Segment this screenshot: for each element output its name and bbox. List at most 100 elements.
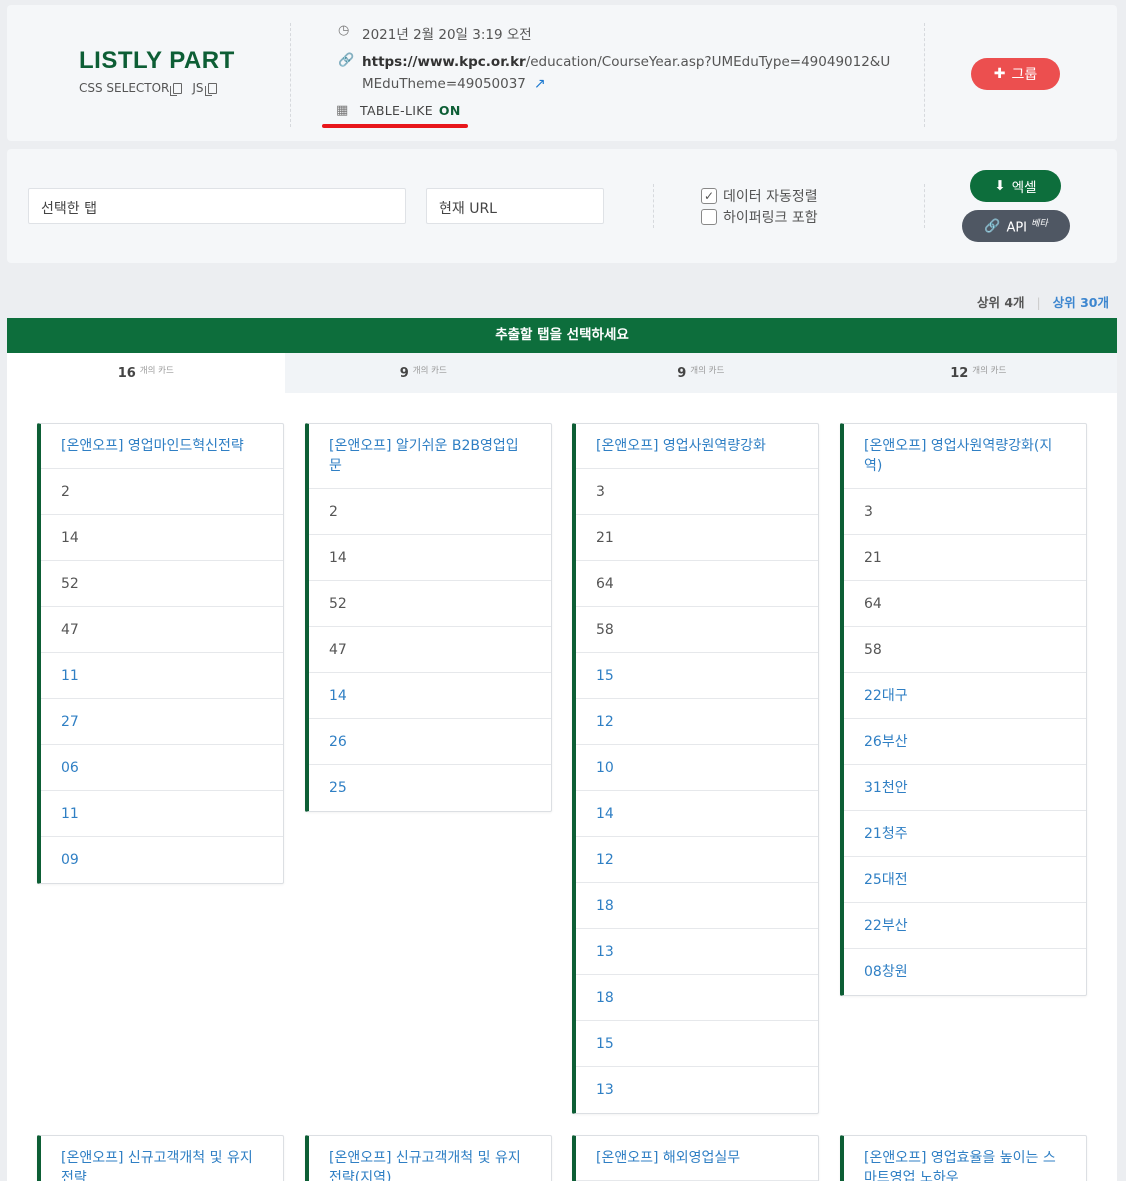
card-row[interactable]: 22부산 [844,903,1086,949]
card-title[interactable]: [온앤오프] 해외영업실무 [576,1136,818,1181]
card-row[interactable]: 11 [41,791,283,837]
table-like-toggle[interactable]: TABLE-LIKE ON [360,103,461,118]
card-row[interactable]: 13 [576,1067,818,1113]
table-like-label: TABLE-LIKE [360,103,433,118]
card-row: 3 [576,469,818,515]
card-row[interactable]: 13 [576,929,818,975]
api-label: API [1006,220,1028,236]
css-selector-link[interactable]: CSS SELECTOR [79,81,169,95]
top-count-links: 상위 4개 | 상위 30개 [977,292,1109,311]
auto-sort-checkbox[interactable]: ✓ [701,188,717,204]
card: [온앤오프] 영업사원역량강화 3 21 64 58 15 12 10 14 12 18 13 18 15… [572,423,819,1114]
tab-suffix: 개의 카드 [412,366,447,376]
page-url[interactable]: https://www.kpc.or.kr/education/CourseYe… [362,51,898,95]
js-link[interactable]: JS [192,81,203,95]
card-row[interactable]: 09 [41,837,283,883]
card-row[interactable]: 15 [576,1021,818,1067]
brand-links: CSS SELECTOR JS [79,81,239,96]
tab-2[interactable]: 9 개의 카드 [285,353,563,393]
selected-tab-field[interactable]: 선택한 탭 [28,188,406,224]
url-row: 🔗 https://www.kpc.or.kr/education/Course… [338,51,898,95]
api-button-label: API 베타 [1006,216,1047,235]
card-row: 47 [41,607,283,653]
hyperlink-checkbox[interactable] [701,209,717,225]
datetime: 2021년 2월 20일 3:19 오전 [362,27,532,43]
excel-button[interactable]: ⬇ 엑셀 [970,170,1061,202]
divider [924,184,925,228]
card-row[interactable]: 10 [576,745,818,791]
external-link-icon[interactable]: ↗ [534,76,546,92]
brand-title: LISTLY PART [79,47,235,74]
copy-icon[interactable] [170,82,183,96]
datetime-row: ◷ 2021년 2월 20일 3:19 오전 [338,23,898,49]
card-row[interactable]: 26부산 [844,719,1086,765]
card-row[interactable]: 27 [41,699,283,745]
card-title[interactable]: [온앤오프] 영업사원역량강화(지역) [844,424,1086,489]
top30-link[interactable]: 상위 30개 [1053,295,1109,310]
card-row: 2 [41,469,283,515]
table-like-row[interactable]: ▦ TABLE-LIKE ON [336,103,898,118]
card-row[interactable]: 18 [576,975,818,1021]
card-row[interactable]: 08창원 [844,949,1086,995]
card-row[interactable]: 12 [576,699,818,745]
card-row[interactable]: 22대구 [844,673,1086,719]
card-title[interactable]: [온앤오프] 알기쉬운 B2B영업입문 [309,424,551,489]
card: [온앤오프] 영업마인드혁신전략 2 14 52 47 11 27 06 11 09 [37,423,284,884]
brand: LISTLY PART CSS SELECTOR JS [79,47,239,96]
card-row[interactable]: 21청주 [844,811,1086,857]
card-row[interactable]: 11 [41,653,283,699]
card-row: 47 [309,627,551,673]
card-title[interactable]: [온앤오프] 신규고객개척 및 유지전략 [41,1136,283,1181]
group-button[interactable]: ✚ 그룹 [971,58,1060,90]
card-row[interactable]: 25 [309,765,551,811]
card-row[interactable]: 06 [41,745,283,791]
auto-sort-option[interactable]: ✓ 데이터 자동정렬 [701,186,818,206]
tab-bar: 16 개의 카드 9 개의 카드 9 개의 카드 12 개의 카드 [7,353,1117,393]
tab-1[interactable]: 16 개의 카드 [7,353,285,393]
tab-4[interactable]: 12 개의 카드 [840,353,1118,393]
hyperlink-option[interactable]: 하이퍼링크 포함 [701,207,818,227]
highlight-underline [322,124,468,128]
copy-icon[interactable] [204,82,217,96]
download-icon: ⬇ [994,178,1006,194]
card-row: 14 [309,535,551,581]
tab-count: 9 [399,366,409,381]
tab-suffix: 개의 카드 [972,366,1007,376]
card-title[interactable]: [온앤오프] 영업효율을 높이는 스마트영업 노하우 [844,1136,1086,1181]
card-row[interactable]: 14 [309,673,551,719]
card-title[interactable]: [온앤오프] 신규고객개척 및 유지전략(지역) [309,1136,551,1181]
top4-link[interactable]: 상위 4개 [977,295,1025,310]
card-title[interactable]: [온앤오프] 영업사원역량강화 [576,424,818,469]
api-button[interactable]: 🔗 API 베타 [962,210,1070,242]
card-row[interactable]: 31천안 [844,765,1086,811]
card-row: 52 [41,561,283,607]
group-button-label: 그룹 [1011,67,1038,83]
card-row[interactable]: 25대전 [844,857,1086,903]
tab-count: 16 [117,366,136,381]
card-row: 3 [844,489,1086,535]
hyperlink-label: 하이퍼링크 포함 [723,210,818,226]
tab-count: 9 [677,366,687,381]
divider [924,23,925,127]
divider [653,184,654,228]
card-row[interactable]: 14 [576,791,818,837]
table-like-state: ON [438,103,461,118]
extract-panel: 선택한 탭 현재 URL ✓ 데이터 자동정렬 하이퍼링크 포함 ⬇ 엑셀 🔗 … [7,149,1117,263]
card-row[interactable]: 12 [576,837,818,883]
card-title[interactable]: [온앤오프] 영업마인드혁신전략 [41,424,283,469]
card-row: 64 [576,561,818,607]
tab-suffix: 개의 카드 [690,366,725,376]
plus-icon: ✚ [993,66,1006,82]
current-url-field[interactable]: 현재 URL [426,188,604,224]
url-host: https://www.kpc.or.kr [362,54,526,70]
card-row[interactable]: 18 [576,883,818,929]
link-icon: 🔗 [338,53,355,68]
card-row[interactable]: 26 [309,719,551,765]
card: [온앤오프] 신규고객개척 및 유지전략 [37,1135,284,1181]
tab-3[interactable]: 9 개의 카드 [562,353,840,393]
clock-icon: ◷ [338,23,350,38]
card-row: 58 [844,627,1086,673]
excel-button-label: 엑셀 [1011,180,1037,196]
page-info: ◷ 2021년 2월 20일 3:19 오전 🔗 https://www.kpc… [336,23,898,118]
card-row[interactable]: 15 [576,653,818,699]
